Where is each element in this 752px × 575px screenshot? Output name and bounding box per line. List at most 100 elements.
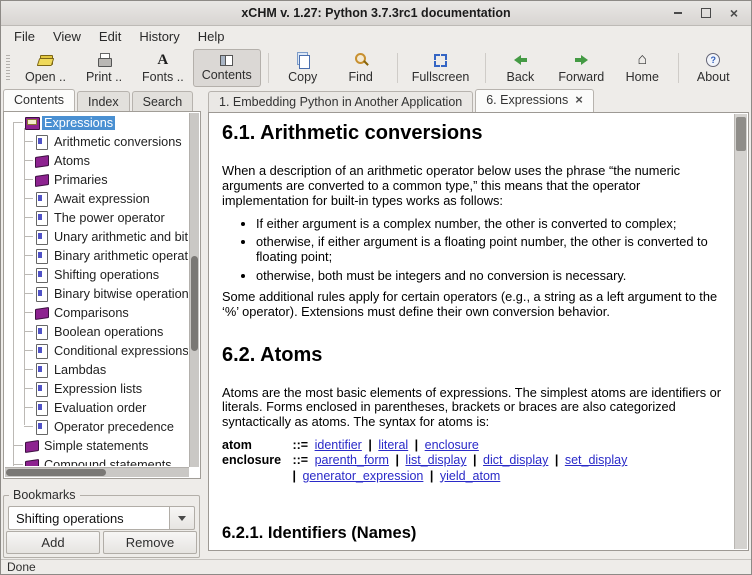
content-tab[interactable]: 1. Embedding Python in Another Applicati… — [208, 91, 473, 112]
toolbar-button[interactable]: Open .. — [16, 49, 75, 87]
toolbar-button[interactable]: Forward — [549, 49, 613, 87]
tree-item[interactable]: Arithmetic conversions — [5, 132, 188, 151]
document-scrollbar[interactable] — [734, 114, 747, 549]
tree-item-label: Shifting operations — [52, 268, 161, 282]
fullscreen-icon — [432, 52, 450, 68]
tree-item[interactable]: Compound statements — [5, 455, 188, 466]
sidebar-tab[interactable]: Index — [77, 91, 130, 111]
toolbar-button-label: Back — [506, 70, 534, 84]
bookmark-select[interactable]: Shifting operations — [8, 506, 169, 530]
grammar-token[interactable]: literal — [378, 438, 408, 452]
toolbar-button-label: Fonts .. — [142, 70, 184, 84]
tree-item[interactable]: Binary bitwise operations — [5, 284, 188, 303]
tree-item[interactable]: Conditional expressions — [5, 341, 188, 360]
tree-item-label: Expression lists — [52, 382, 144, 396]
bookmark-combobox[interactable]: Shifting operations — [8, 506, 195, 530]
close-icon[interactable] — [727, 6, 741, 20]
toolbar-button[interactable]: Copy — [274, 49, 332, 87]
toolbar-button[interactable]: Find — [332, 49, 390, 87]
tree-item[interactable]: Evaluation order — [5, 398, 188, 417]
menu-item[interactable]: Edit — [90, 28, 130, 45]
tree-vertical-scrollbar-thumb[interactable] — [191, 256, 198, 351]
open-folder-icon — [37, 52, 55, 68]
list-item: otherwise, both must be integers and no … — [256, 269, 727, 284]
tree-item[interactable]: Shifting operations — [5, 265, 188, 284]
toolbar-button[interactable]: Home — [613, 49, 671, 87]
tree-item[interactable]: Expression lists — [5, 379, 188, 398]
tree-item-label: The power operator — [52, 211, 167, 225]
grammar-token[interactable]: dict_display — [483, 453, 548, 467]
tree-item-label: Simple statements — [42, 439, 150, 453]
tree-item[interactable]: Binary arithmetic operation — [5, 246, 188, 265]
tree-item[interactable]: Primaries — [5, 170, 188, 189]
page-icon — [35, 325, 48, 338]
tree-item[interactable]: Comparisons — [5, 303, 188, 322]
maximize-icon[interactable] — [699, 6, 713, 20]
section-heading-6-1: 6.1. Arithmetic conversions — [222, 122, 727, 144]
book-closed-icon — [25, 458, 38, 466]
grammar-token[interactable]: identifier — [315, 438, 362, 452]
tree-horizontal-scrollbar[interactable] — [5, 467, 189, 477]
sidebar-tab[interactable]: Contents — [3, 89, 75, 111]
document-scrollbar-thumb[interactable] — [736, 117, 746, 151]
tree-item[interactable]: Simple statements — [5, 436, 188, 455]
toolbar-button-label: Print .. — [86, 70, 122, 84]
tree-item-label: Atoms — [52, 154, 92, 168]
add-bookmark-button[interactable]: Add — [6, 531, 100, 554]
grammar-token[interactable]: set_display — [565, 453, 628, 467]
menu-item[interactable]: File — [5, 28, 44, 45]
sidebar-tabs: Contents Index Search — [1, 89, 204, 111]
toolbar-button-label: About — [697, 70, 730, 84]
menu-item[interactable]: Help — [189, 28, 234, 45]
bullet-list: If either argument is a complex number, … — [222, 217, 727, 284]
tree-item-label: Binary bitwise operations — [52, 287, 188, 301]
grammar-line: atom ::= identifier | literal — [222, 438, 727, 453]
sidebar-tab[interactable]: Search — [132, 91, 194, 111]
grammar-token[interactable]: enclosure — [425, 438, 479, 452]
book-closed-icon — [25, 439, 38, 452]
find-icon — [352, 52, 370, 68]
grammar-token[interactable]: list_display — [405, 453, 466, 467]
toolbar-button[interactable]: Print .. — [75, 49, 133, 87]
tree-item[interactable]: Await expression — [5, 189, 188, 208]
remove-bookmark-button[interactable]: Remove — [103, 531, 197, 554]
tree-item-label: Expressions — [42, 116, 115, 130]
bookmarks-group-label: Bookmarks — [9, 488, 80, 502]
tab-close-icon[interactable] — [575, 93, 583, 107]
title-bar: xCHM v. 1.27: Python 3.7.3rc1 documentat… — [1, 1, 751, 26]
toolbar: Open .. Print .. Fonts .. Contents Copy — [1, 47, 751, 89]
tree-vertical-scrollbar[interactable] — [189, 113, 199, 467]
grammar-token: ::= — [289, 453, 311, 467]
toolbar-button-label: Fullscreen — [412, 70, 470, 84]
menu-item[interactable]: History — [130, 28, 188, 45]
tree-item-label: Operator precedence — [52, 420, 176, 434]
toolbar-button[interactable]: Contents — [193, 49, 261, 87]
tree-item-label: Await expression — [52, 192, 152, 206]
bookmark-dropdown-button[interactable] — [169, 506, 195, 530]
tree-item[interactable]: Unary arithmetic and bitwis — [5, 227, 188, 246]
tree-item[interactable]: Boolean operations — [5, 322, 188, 341]
about-icon — [704, 52, 722, 68]
page-icon — [35, 344, 48, 357]
menu-item[interactable]: View — [44, 28, 90, 45]
content-tab[interactable]: 6. Expressions — [475, 89, 594, 112]
section-heading-6-2: 6.2. Atoms — [222, 344, 727, 366]
tree-item[interactable]: Expressions — [5, 113, 188, 132]
grammar-token: enclosure — [222, 453, 286, 468]
toolbar-button[interactable]: Fullscreen — [403, 49, 479, 87]
toolbar-button[interactable]: Fonts .. — [133, 49, 193, 87]
grammar-token[interactable]: parenth_form — [315, 453, 389, 467]
toolbar-button[interactable]: Back — [491, 49, 549, 87]
grammar-token[interactable]: yield_atom — [440, 469, 500, 483]
tree-item-label: Binary arithmetic operation — [52, 249, 188, 263]
tree-item[interactable]: The power operator — [5, 208, 188, 227]
minimize-icon[interactable] — [671, 6, 685, 20]
tree-item-label: Lambdas — [52, 363, 108, 377]
tree-item[interactable]: Lambdas — [5, 360, 188, 379]
tree-item[interactable]: Operator precedence — [5, 417, 188, 436]
tree-horizontal-scrollbar-thumb[interactable] — [6, 469, 106, 476]
tree-item[interactable]: Atoms — [5, 151, 188, 170]
toolbar-button[interactable]: About — [684, 49, 742, 87]
toolbar-drag-handle[interactable] — [6, 55, 10, 81]
grammar-token[interactable]: generator_expression — [302, 469, 423, 483]
